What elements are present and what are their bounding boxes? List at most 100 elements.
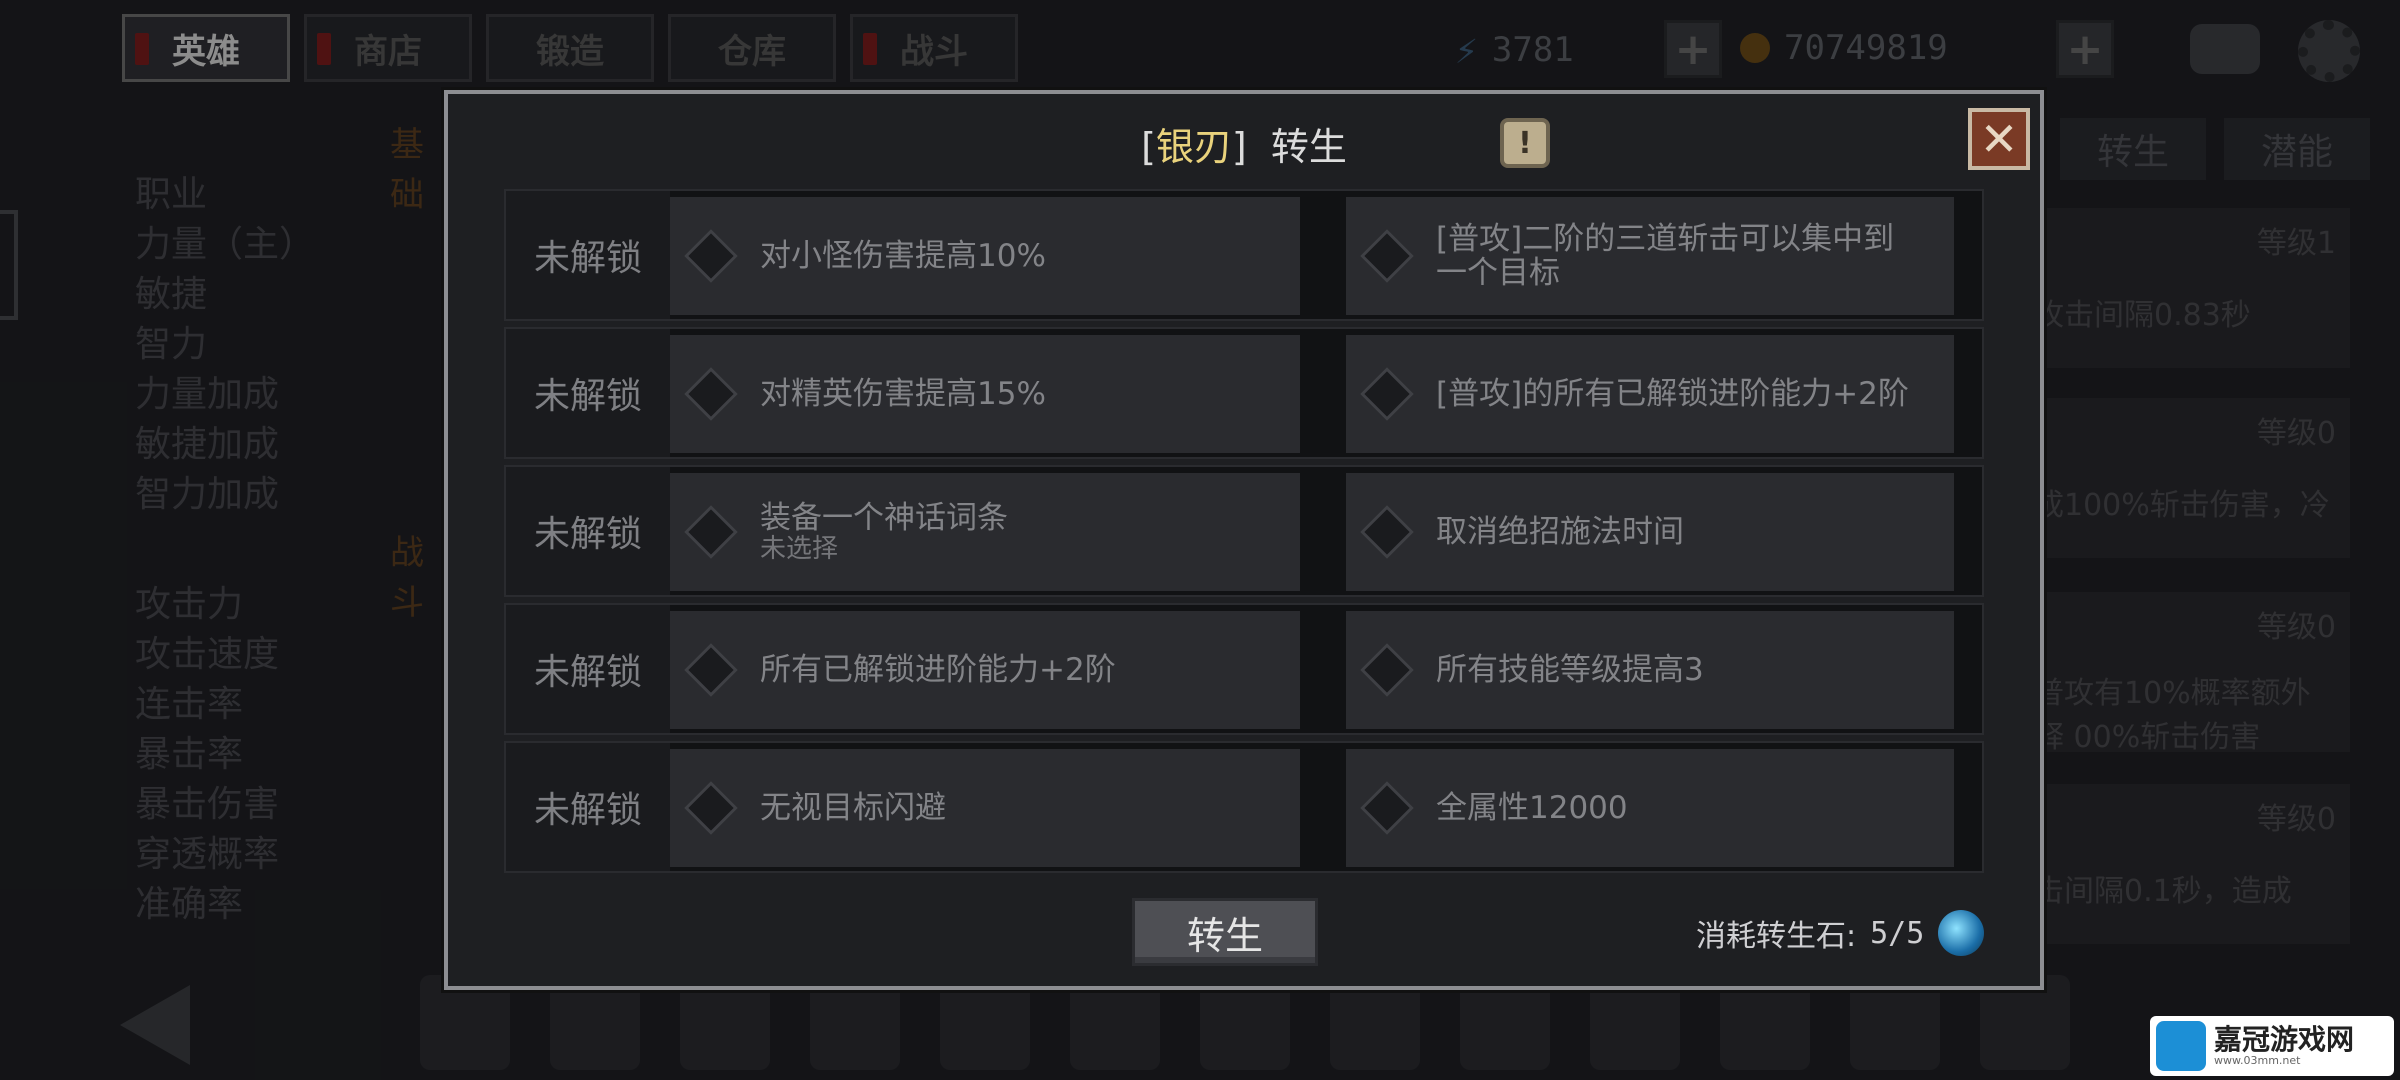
prev-hero-arrow-icon[interactable] bbox=[120, 985, 190, 1065]
table-row: 未解锁 装备一个神话词条 未选择 取消绝招施法时间 bbox=[504, 465, 1984, 597]
stat-label: 连击率 bbox=[135, 684, 244, 725]
dialog-title-text: 转生 bbox=[1270, 125, 1347, 169]
tab-battle[interactable]: 战斗 bbox=[850, 14, 1018, 82]
diamond-icon bbox=[1360, 505, 1414, 559]
stats-header-battle: 战斗 bbox=[390, 533, 424, 623]
tab-rebirth[interactable]: 转生 bbox=[2060, 118, 2206, 180]
tab-shop[interactable]: 商店 bbox=[304, 14, 472, 82]
status-label: 未解锁 bbox=[506, 191, 670, 319]
tab-hero[interactable]: 英雄 bbox=[122, 14, 290, 82]
gear-icon[interactable] bbox=[2298, 20, 2360, 82]
top-tab-bar: 英雄 商店 锻造 仓库 战斗 bbox=[122, 14, 1018, 82]
skill-card[interactable]: 等级0 普攻有10%概率额外释 00%斩击伤害 bbox=[2020, 592, 2350, 755]
stat-label: 暴击率 bbox=[135, 734, 244, 775]
right-tab-bar: 转生 潜能 bbox=[2060, 118, 2370, 180]
rebirth-option[interactable]: [普攻]二阶的三道斩击可以集中到一个目标 bbox=[1346, 197, 1954, 315]
table-row: 未解锁 所有已解锁进阶能力+2阶 所有技能等级提高3 bbox=[504, 603, 1984, 735]
cost-display: 消耗转生石: 5/5 bbox=[1696, 910, 1985, 956]
diamond-icon bbox=[684, 367, 738, 421]
status-label: 未解锁 bbox=[506, 605, 670, 733]
skill-desc: 普攻有10%概率额外释 00%斩击伤害 bbox=[2034, 676, 2311, 755]
option-text: 对精英伤害提高15% bbox=[760, 376, 1046, 412]
stat-spacer bbox=[135, 520, 315, 580]
diamond-icon bbox=[1360, 229, 1414, 283]
rebirth-option[interactable]: 无视目标闪避 bbox=[670, 749, 1300, 867]
watermark: 嘉冠游戏网 www.03mm.net bbox=[2150, 1016, 2394, 1076]
stats-panel: 基础 职业 力量（主） 敏捷 智力 力量加成 敏捷加成 智力加成 战斗 攻击力 … bbox=[135, 125, 424, 930]
gamepad-icon[interactable] bbox=[2190, 24, 2260, 74]
stats-header-basic: 基础 bbox=[390, 125, 424, 215]
status-label: 未解锁 bbox=[506, 467, 670, 595]
watermark-logo-icon bbox=[2156, 1021, 2206, 1071]
rebirth-option[interactable]: 全属性12000 bbox=[1346, 749, 1954, 867]
stat-label: 敏捷 bbox=[135, 274, 208, 315]
stat-label: 敏捷加成 bbox=[135, 424, 280, 465]
skill-desc: 成100%斩击伤害，冷 bbox=[2034, 488, 2330, 523]
cost-label: 消耗转生石: bbox=[1696, 919, 1857, 954]
option-text: [普攻]二阶的三道斩击可以集中到一个目标 bbox=[1436, 221, 1895, 291]
table-row: 未解锁 无视目标闪避 全属性12000 bbox=[504, 741, 1984, 873]
stat-label: 力量（主） bbox=[135, 224, 316, 265]
stat-label: 暴击伤害 bbox=[135, 784, 280, 825]
diamond-icon bbox=[684, 781, 738, 835]
tab-warehouse[interactable]: 仓库 bbox=[668, 14, 836, 82]
skill-level: 等级0 bbox=[2256, 802, 2336, 837]
option-text: 全属性12000 bbox=[1436, 790, 1628, 826]
rebirth-option[interactable]: 装备一个神话词条 未选择 bbox=[670, 473, 1300, 591]
skill-card[interactable]: 等级1 攻击间隔0.83秒 bbox=[2020, 208, 2350, 368]
add-energy-button[interactable]: + bbox=[1664, 20, 1722, 78]
add-gold-button[interactable]: + bbox=[2056, 20, 2114, 78]
rebirth-button[interactable]: 转生 bbox=[1132, 898, 1318, 966]
diamond-icon bbox=[684, 505, 738, 559]
skill-card[interactable]: 等级0 击间隔0.1秒，造成 bbox=[2020, 784, 2350, 944]
stat-label: 智力加成 bbox=[135, 474, 280, 515]
option-text: [普攻]的所有已解锁进阶能力+2阶 bbox=[1436, 376, 1909, 412]
skill-level: 等级1 bbox=[2256, 226, 2336, 261]
stat-label: 攻击力 bbox=[135, 584, 244, 625]
dialog-title: [银刃] 转生 bbox=[1141, 125, 1347, 169]
watermark-text: 嘉冠游戏网 bbox=[2214, 1023, 2355, 1056]
tab-potential[interactable]: 潜能 bbox=[2224, 118, 2370, 180]
energy-value: 3781 bbox=[1491, 30, 1574, 70]
diamond-icon bbox=[1360, 781, 1414, 835]
rebirth-option[interactable]: 所有技能等级提高3 bbox=[1346, 611, 1954, 729]
option-text: 无视目标闪避 bbox=[760, 790, 946, 826]
lightning-icon: ⚡ bbox=[1455, 28, 1478, 72]
energy-display: ⚡ 3781 bbox=[1455, 28, 1574, 72]
rebirth-option[interactable]: [普攻]的所有已解锁进阶能力+2阶 bbox=[1346, 335, 1954, 453]
option-text: 所有已解锁进阶能力+2阶 bbox=[760, 652, 1116, 688]
option-text: 对小怪伤害提高10% bbox=[760, 238, 1046, 274]
rebirth-option[interactable]: 对小怪伤害提高10% bbox=[670, 197, 1300, 315]
gold-display: 70749819 bbox=[1740, 28, 1948, 68]
diamond-icon bbox=[684, 643, 738, 697]
skill-level: 等级0 bbox=[2256, 610, 2336, 645]
side-handle[interactable] bbox=[0, 210, 18, 320]
diamond-icon bbox=[1360, 643, 1414, 697]
option-text: 装备一个神话词条 未选择 bbox=[760, 500, 1008, 564]
stat-label: 穿透概率 bbox=[135, 834, 280, 875]
table-row: 未解锁 对小怪伤害提高10% [普攻]二阶的三道斩击可以集中到一个目标 bbox=[504, 189, 1984, 321]
rebirth-option[interactable]: 所有已解锁进阶能力+2阶 bbox=[670, 611, 1300, 729]
alert-icon bbox=[317, 33, 331, 65]
rebirth-option[interactable]: 取消绝招施法时间 bbox=[1346, 473, 1954, 591]
diamond-icon bbox=[684, 229, 738, 283]
rebirth-table: 未解锁 对小怪伤害提高10% [普攻]二阶的三道斩击可以集中到一个目标 未解锁 … bbox=[504, 189, 1984, 879]
tab-forge[interactable]: 锻造 bbox=[486, 14, 654, 82]
option-text: 取消绝招施法时间 bbox=[1436, 514, 1684, 550]
watermark-url: www.03mm.net bbox=[2214, 1054, 2301, 1067]
stat-label: 准确率 bbox=[135, 884, 244, 925]
cost-value: 5/5 bbox=[1870, 915, 1925, 951]
stat-label: 攻击速度 bbox=[135, 634, 280, 675]
info-icon[interactable]: ! bbox=[1500, 118, 1550, 168]
skill-card[interactable]: 等级0 成100%斩击伤害，冷 bbox=[2020, 398, 2350, 558]
rebirth-option[interactable]: 对精英伤害提高15% bbox=[670, 335, 1300, 453]
option-text: 所有技能等级提高3 bbox=[1436, 652, 1704, 688]
status-label: 未解锁 bbox=[506, 329, 670, 457]
option-subtext: 未选择 bbox=[760, 534, 839, 564]
coin-icon bbox=[1740, 33, 1770, 63]
alert-icon bbox=[135, 33, 149, 65]
stat-label: 职业 bbox=[135, 174, 208, 215]
skill-level: 等级0 bbox=[2256, 416, 2336, 451]
close-button[interactable]: ✕ bbox=[1968, 108, 2030, 170]
diamond-icon bbox=[1360, 367, 1414, 421]
